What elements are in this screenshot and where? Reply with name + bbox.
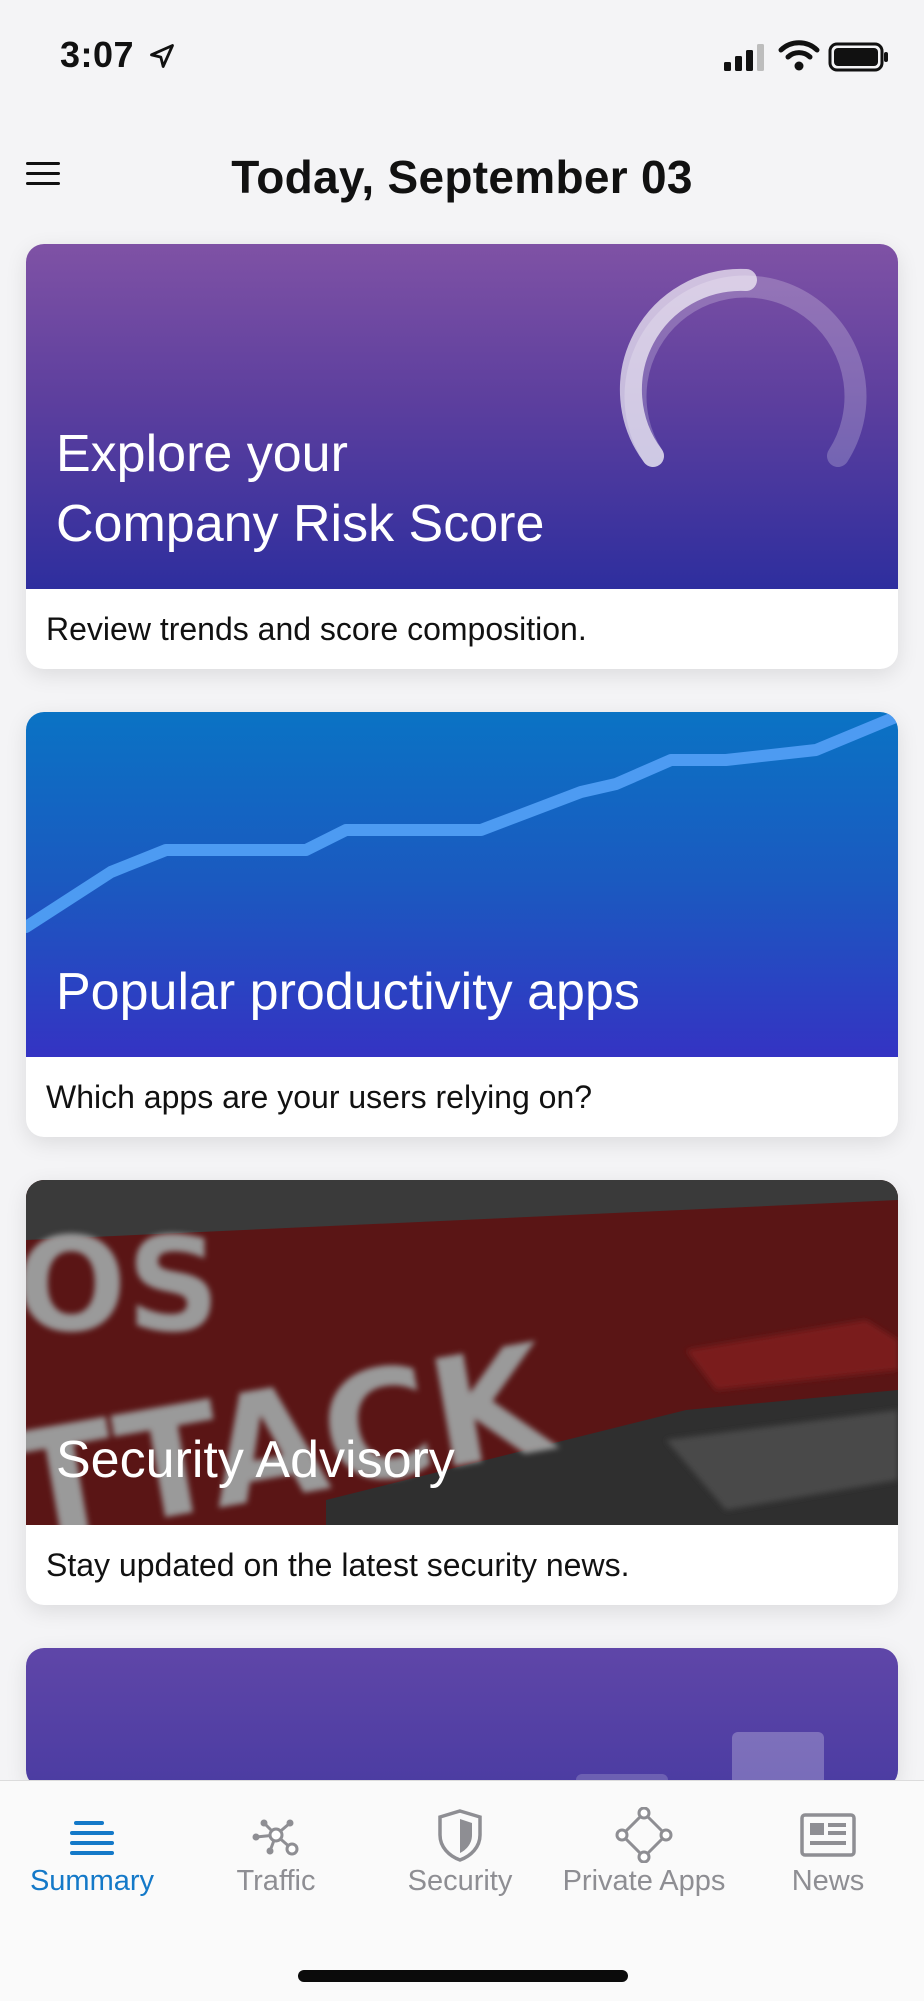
risk-score-hero: Explore your Company Risk Score <box>26 244 898 589</box>
newspaper-icon <box>800 1813 856 1857</box>
tab-label: Security <box>407 1865 513 1897</box>
home-indicator <box>298 1970 628 1982</box>
status-bar: 3:07 <box>0 0 924 110</box>
summary-icon <box>70 1821 114 1855</box>
tab-bar: Summary Traffic Security Private Apps Ne… <box>0 1780 924 2001</box>
partial-card[interactable] <box>26 1648 898 1788</box>
card-description: Stay updated on the latest security news… <box>46 1547 630 1583</box>
tab-traffic[interactable]: Traffic <box>184 1781 368 1921</box>
wifi-icon <box>778 40 820 71</box>
security-advisory-hero: OS TTACK Security Advisory <box>26 1180 898 1525</box>
cellular-signal-icon <box>724 44 764 71</box>
tab-label: Traffic <box>236 1865 316 1897</box>
tab-news[interactable]: News <box>736 1781 920 1921</box>
card-title-line: Company Risk Score <box>56 495 545 553</box>
tab-label: News <box>791 1865 865 1897</box>
tab-private-apps[interactable]: Private Apps <box>552 1781 736 1921</box>
security-advisory-card[interactable]: OS TTACK Security Advisory Stay updated … <box>26 1180 898 1605</box>
tab-security[interactable]: Security <box>368 1781 552 1921</box>
card-description: Review trends and score composition. <box>46 611 587 647</box>
card-title: Popular productivity apps <box>56 957 640 1027</box>
shield-icon <box>438 1809 482 1862</box>
svg-text:OS: OS <box>26 1209 220 1361</box>
battery-icon <box>828 42 888 72</box>
location-arrow-icon <box>150 44 174 68</box>
card-title: Security Advisory <box>56 1425 455 1495</box>
traffic-icon <box>252 1819 299 1856</box>
productivity-apps-hero: Popular productivity apps <box>26 712 898 1057</box>
card-title-line: Popular productivity apps <box>56 963 640 1021</box>
page-title: Today, September 03 <box>231 151 693 203</box>
partial-card-hero <box>26 1648 898 1788</box>
header: Today, September 03 <box>0 110 924 240</box>
tab-label: Private Apps <box>562 1865 726 1897</box>
risk-score-card[interactable]: Explore your Company Risk Score Review t… <box>26 244 898 669</box>
private-apps-icon <box>615 1807 673 1863</box>
card-description: Which apps are your users relying on? <box>46 1079 593 1115</box>
tab-summary[interactable]: Summary <box>0 1781 184 1921</box>
bar-graphic <box>576 1732 824 1788</box>
status-time: 3:07 <box>60 34 135 75</box>
card-title: Explore your Company Risk Score <box>56 419 544 559</box>
productivity-apps-card[interactable]: Popular productivity apps Which apps are… <box>26 712 898 1137</box>
card-title-line: Explore your <box>56 425 348 483</box>
card-title-line: Security Advisory <box>56 1431 455 1489</box>
tab-label: Summary <box>29 1865 155 1897</box>
